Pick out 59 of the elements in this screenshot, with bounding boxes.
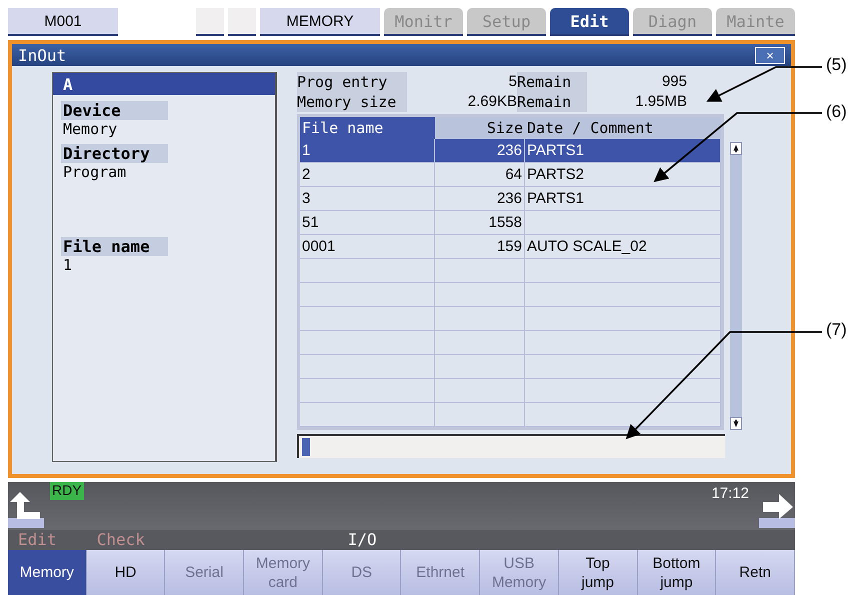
column-header: Date / Comment	[526, 118, 654, 139]
field-label: File name	[61, 237, 168, 256]
table-cell: 0001	[300, 235, 435, 258]
table-cell: PARTS1	[525, 187, 721, 210]
table-cell: 51	[300, 211, 435, 234]
table-cell: 159	[435, 235, 525, 258]
input-field[interactable]	[297, 434, 725, 458]
summary-value: 2.69KB	[466, 92, 517, 112]
summary-label: Remain	[517, 72, 587, 92]
table-cell: 1	[300, 139, 435, 162]
softkey-button[interactable]: HD	[86, 550, 166, 595]
softkey-button[interactable]: Retn	[716, 550, 795, 595]
status-cell	[228, 8, 256, 36]
summary-label: Memory size	[297, 92, 407, 112]
field-label: Directory	[61, 144, 168, 163]
table-cell: 2	[300, 163, 435, 186]
scrollbar[interactable]	[730, 142, 742, 430]
file-row[interactable]: 51 1558	[300, 211, 721, 235]
field-value: 1	[62, 256, 74, 274]
table-cell: AUTO SCALE_02	[525, 235, 721, 258]
field-value: Memory	[62, 120, 118, 138]
field-label: Device	[61, 101, 168, 120]
table-cell: PARTS2	[525, 163, 721, 186]
table-cell: 64	[435, 163, 525, 186]
table-cell: 1558	[435, 211, 525, 234]
summary-value: 995	[660, 72, 687, 92]
table-cell: 236	[435, 139, 525, 162]
callout-label: (5)	[826, 55, 847, 75]
column-header: File name	[300, 117, 435, 139]
softkey-button[interactable]: Bottom jump	[638, 550, 716, 595]
program-number: M001	[8, 8, 118, 36]
close-button[interactable]: ×	[755, 46, 785, 64]
scroll-up-icon[interactable]	[730, 142, 742, 155]
screen-tab[interactable]: Edit	[550, 8, 629, 36]
summary-label: Remain	[517, 92, 587, 112]
mode-indicator: MEMORY	[260, 8, 380, 36]
file-row[interactable]: 1 236 PARTS1	[300, 139, 721, 163]
status-cell	[196, 8, 224, 36]
summary-value: 1.95MB	[634, 92, 687, 112]
table-cell: 3	[300, 187, 435, 210]
file-row[interactable]: 2 64 PARTS2	[300, 163, 721, 187]
file-row[interactable]: 3 236 PARTS1	[300, 187, 721, 211]
drive-item[interactable]: A	[53, 73, 275, 95]
softkey-button[interactable]: Memory	[8, 550, 87, 595]
summary-label: Prog entry	[297, 72, 407, 92]
summary-value: 5	[508, 72, 517, 92]
softkey-button[interactable]: Top jump	[558, 550, 638, 595]
callout-label: (6)	[826, 102, 847, 122]
table-cell: PARTS1	[525, 139, 721, 162]
callout-label: (7)	[826, 320, 847, 340]
field-value: Program	[62, 163, 128, 181]
window-title: InOut	[18, 46, 66, 64]
scroll-down-icon[interactable]	[730, 417, 742, 430]
file-row[interactable]: 0001 159 AUTO SCALE_02	[300, 235, 721, 259]
ready-indicator: RDY	[50, 482, 84, 500]
clock-time: 17:12	[711, 484, 749, 504]
table-cell: 236	[435, 187, 525, 210]
menu-title: I/O	[346, 530, 378, 550]
column-header: Size	[486, 118, 524, 139]
